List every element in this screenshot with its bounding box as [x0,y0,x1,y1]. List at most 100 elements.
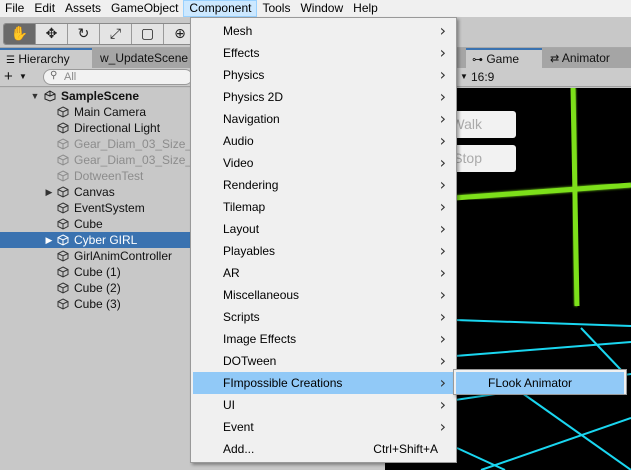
add-icon[interactable]: + [4,68,13,86]
chevron-right-icon: › [439,65,446,84]
search-icon: ⚲ [50,70,58,81]
menu-item-audio[interactable]: Audio › [193,130,456,152]
menu-item-label: Rendering [223,178,279,192]
menu-item-playables[interactable]: Playables › [193,240,456,262]
stop-button-label: Stop [453,150,482,166]
menu-item-layout[interactable]: Layout › [193,218,456,240]
list-icon: ☰ [6,55,15,66]
menu-item-label: Tilemap [223,200,266,214]
expand-arrow-icon[interactable]: ▼ [30,88,40,104]
neon-grid-floor [454,319,631,470]
tab-hierarchy-label: Hierarchy [18,52,70,66]
menu-item-label: Scripts [223,310,260,324]
tab-scene-window[interactable]: w_UpdateScene [94,48,190,68]
scale-tool-icon[interactable]: ⤢ [100,24,132,44]
menu-item-ui[interactable]: UI › [193,394,456,416]
chevron-right-icon: › [439,307,446,326]
animator-icon: ⇄ [550,53,560,65]
menu-item-label: Playables [223,244,276,258]
menu-item-mesh[interactable]: Mesh › [193,20,456,42]
menu-window[interactable]: Window [295,0,348,17]
menu-item-image-effects[interactable]: Image Effects › [193,328,456,350]
chevron-right-icon: › [439,263,446,282]
unity-scene-icon [44,90,56,102]
chevron-right-icon: › [439,285,446,304]
expand-arrow-icon[interactable]: ▶ [44,232,54,248]
menu-item-event[interactable]: Event › [193,416,456,438]
menu-item-ar[interactable]: AR › [193,262,456,284]
chevron-down-icon[interactable]: ▼ [19,68,27,86]
chevron-right-icon: › [439,153,446,172]
rotate-tool-icon[interactable]: ↻ [68,24,100,44]
gameobject-cube-icon [57,202,69,214]
component-menu: Mesh › Effects › Physics › Physics 2D › Navigati… [190,17,457,463]
menu-item-label: Mesh [223,24,253,38]
hierarchy-item-label: Canvas [74,185,115,199]
chevron-right-icon: › [439,87,446,106]
hierarchy-item-label: Gear_Diam_03_Size_ [74,137,193,151]
chevron-right-icon: › [439,351,446,370]
menu-gameobject[interactable]: GameObject [106,0,183,17]
gameobject-cube-icon [57,282,69,294]
menu-component[interactable]: Component [183,0,258,17]
menu-item-label: Add... [223,442,255,456]
tab-hierarchy[interactable]: ☰ Hierarchy [0,48,92,68]
menu-item-navigation[interactable]: Navigation › [193,108,456,130]
gameobject-cube-icon [57,170,69,182]
gameobject-cube-icon [57,298,69,310]
menu-item-video[interactable]: Video › [193,152,456,174]
chevron-right-icon: › [439,417,446,436]
tab-game[interactable]: ⊶ Game [466,48,542,68]
menu-item-label: Audio [223,134,254,148]
menu-item-label: UI [223,398,235,412]
rect-tool-icon[interactable]: ▢ [132,24,164,44]
hierarchy-item-label: DotweenTest [74,169,144,183]
menu-item-rendering[interactable]: Rendering › [193,174,456,196]
menu-help[interactable]: Help [348,0,383,17]
menu-assets[interactable]: Assets [60,0,106,17]
menu-item-label: Miscellaneous [223,288,300,302]
hand-tool-icon[interactable]: ✋ [4,24,36,44]
move-tool-icon[interactable]: ✥ [36,24,68,44]
expand-arrow-icon[interactable]: ▶ [44,184,54,200]
menu-item-fimpossible-creations[interactable]: FImpossible Creations › [193,372,456,394]
chevron-right-icon: › [439,329,446,348]
menu-item-dotween[interactable]: DOTween › [193,350,456,372]
menu-item-label: Physics [223,68,265,82]
menu-tools[interactable]: Tools [257,0,295,17]
menu-item-flook-animator[interactable]: FLook Animator [456,372,624,394]
menu-edit[interactable]: Edit [29,0,60,17]
tab-scene-label: w_UpdateScene [100,51,189,65]
gameobject-cube-icon [57,138,69,150]
menu-item-physics-2d[interactable]: Physics 2D › [193,86,456,108]
chevron-right-icon: › [439,109,446,128]
gamepad-icon: ⊶ [472,54,483,66]
hierarchy-item-label: Cube [74,217,103,231]
transform-tools: ✋ ✥ ↻ ⤢ ▢ ⊕ [3,23,197,45]
menu-item-label: DOTween [223,354,277,368]
menu-item-scripts[interactable]: Scripts › [193,306,456,328]
gameobject-cube-icon [57,122,69,134]
tab-animator[interactable]: ⇄ Animator [544,48,631,68]
menu-item-tilemap[interactable]: Tilemap › [193,196,456,218]
chevron-down-icon[interactable]: ▼ [460,68,468,86]
hierarchy-item-label: Cube (2) [74,281,121,295]
menu-file[interactable]: File [0,0,29,17]
hierarchy-item-label: EventSystem [74,201,145,215]
gameobject-cube-icon [57,266,69,278]
menu-item-miscellaneous[interactable]: Miscellaneous › [193,284,456,306]
chevron-right-icon: › [439,241,446,260]
menu-item-physics[interactable]: Physics › [193,64,456,86]
menu-item-label: Video [223,156,254,170]
chevron-right-icon: › [439,21,446,40]
game-tab-bar: ⊶ Game ⇄ Animator [460,48,631,68]
tab-game-label: Game [486,52,520,66]
gameobject-cube-icon [57,106,69,118]
aspect-dropdown[interactable]: 16:9 [471,68,494,86]
gameobject-cube-icon [57,234,69,246]
menu-item-effects[interactable]: Effects › [193,42,456,64]
menu-item-add[interactable]: Add... Ctrl+Shift+A [193,438,456,460]
menu-item-label: Image Effects [223,332,297,346]
hierarchy-search-input[interactable]: ⚲ All [43,69,193,85]
chevron-right-icon: › [439,197,446,216]
